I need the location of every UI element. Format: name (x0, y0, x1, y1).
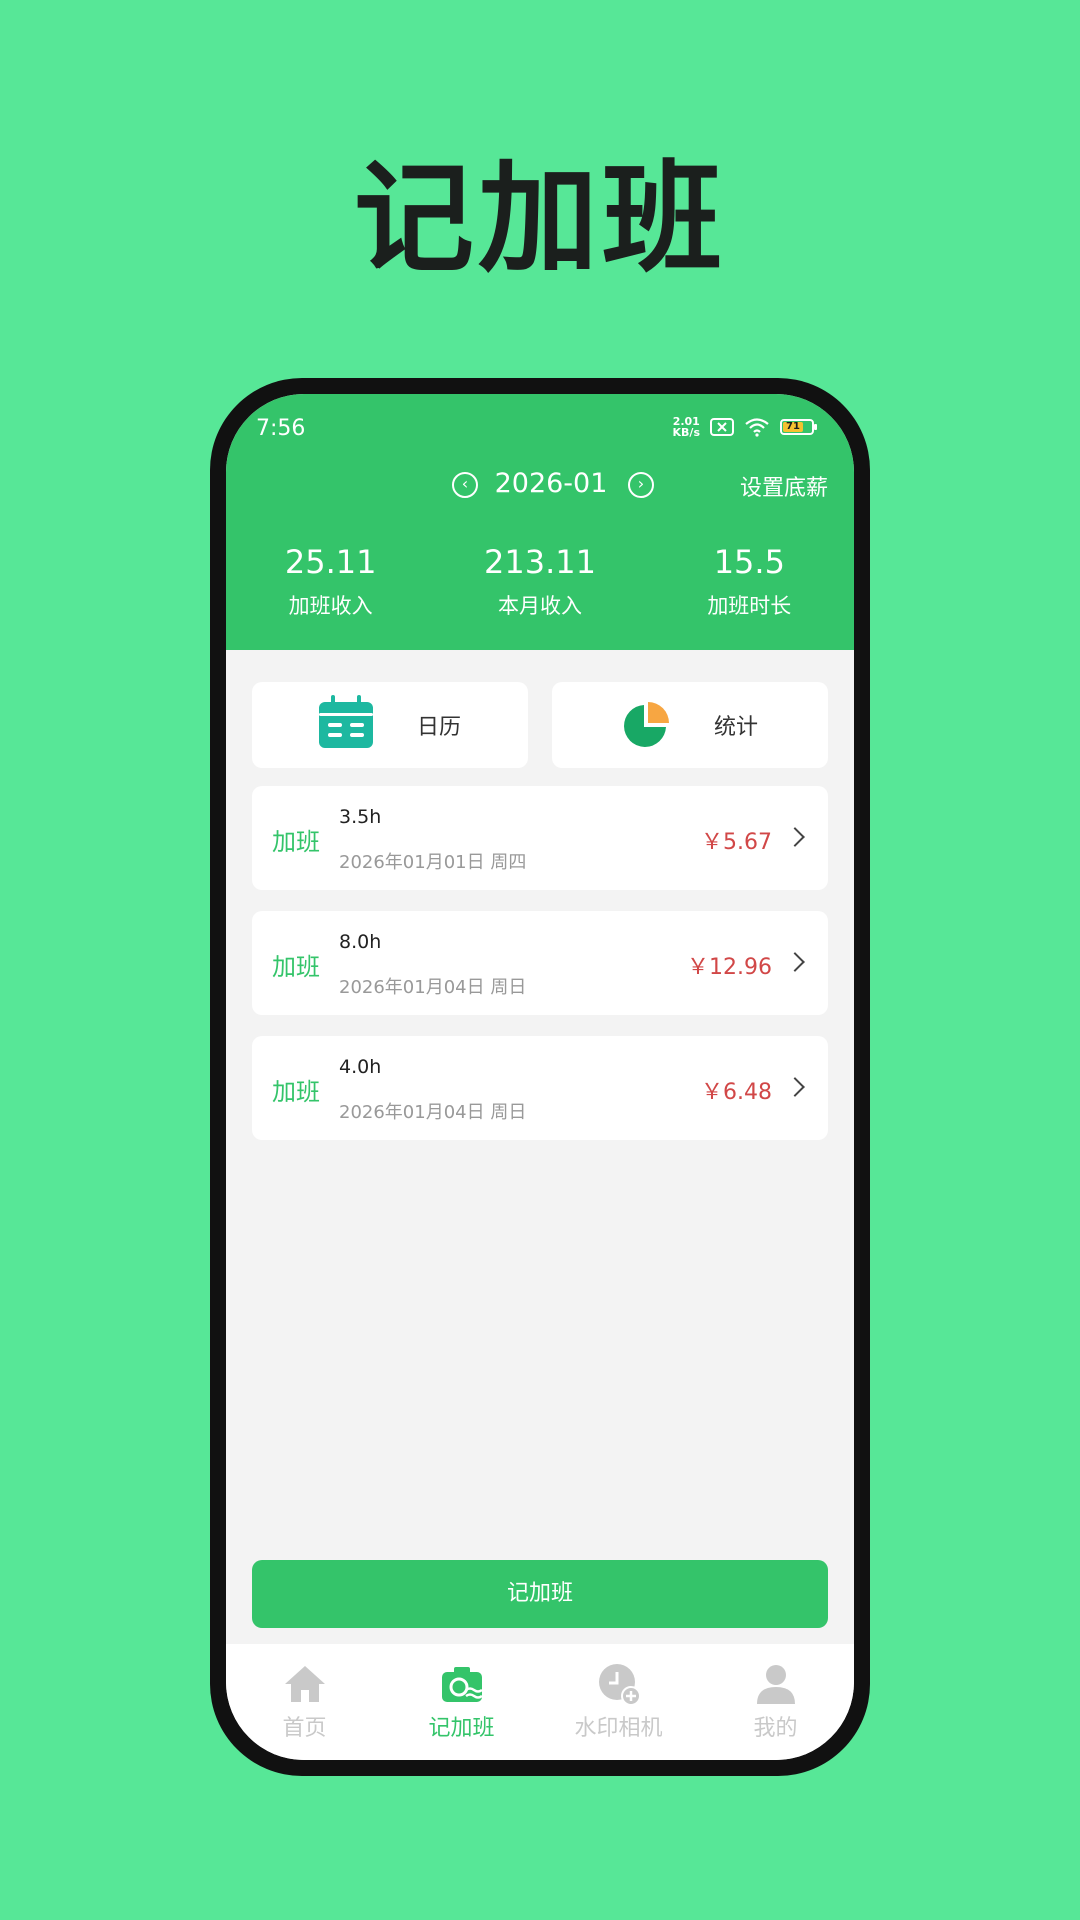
record-date: 2026年01月04日 周日 (339, 1102, 527, 1123)
next-month-icon[interactable]: › (628, 472, 654, 498)
chevron-right-icon (785, 827, 805, 847)
battery-icon: 71 (780, 419, 817, 435)
stat-label: 加班收入 (288, 594, 373, 618)
record-hours: 4.0h (339, 1056, 382, 1078)
summary-stats: 25.11 加班收入 213.11 本月收入 15.5 加班时长 (226, 544, 854, 620)
tab-label: 首页 (282, 1716, 327, 1741)
stat-value: 213.11 (484, 543, 596, 581)
sim-off-icon (710, 418, 734, 436)
statistics-label: 统计 (713, 715, 758, 740)
chevron-right-icon (785, 1077, 805, 1097)
pie-chart-icon (624, 702, 669, 747)
record-type: 加班 (272, 953, 320, 981)
quick-actions: 日历 统计 (252, 682, 828, 768)
record-amount: ￥12.96 (687, 955, 772, 980)
overtime-record-list: 加班 3.5h 2026年01月01日 周四 ￥5.67 加班 8.0h 202… (252, 786, 828, 1161)
status-time: 7:56 (256, 416, 306, 441)
home-icon (284, 1666, 325, 1702)
record-date: 2026年01月04日 周日 (339, 977, 527, 998)
stat-overtime-income: 25.11 加班收入 (226, 544, 435, 620)
record-item[interactable]: 加班 8.0h 2026年01月04日 周日 ￥12.96 (252, 911, 828, 1015)
stat-overtime-hours: 15.5 加班时长 (645, 544, 854, 620)
net-speed: 2.01 KB/s (673, 416, 700, 438)
record-type: 加班 (272, 1078, 320, 1106)
tab-mine[interactable]: 我的 (697, 1644, 854, 1760)
stat-value: 25.11 (284, 543, 377, 581)
camera-icon (441, 1667, 483, 1702)
tab-overtime[interactable]: 记加班 (383, 1644, 540, 1760)
current-month[interactable]: 2026-01 (481, 468, 621, 499)
chevron-right-icon (785, 952, 805, 972)
wifi-icon (745, 418, 769, 437)
user-icon (756, 1665, 795, 1704)
stat-label: 加班时长 (707, 594, 792, 618)
stat-monthly-income: 213.11 本月收入 (435, 544, 644, 620)
promo-headline: 记加班 (354, 150, 726, 289)
record-amount: ￥6.48 (701, 1080, 772, 1105)
tab-home[interactable]: 首页 (226, 1644, 383, 1760)
stat-label: 本月收入 (497, 594, 582, 618)
record-amount: ￥5.67 (701, 830, 772, 855)
battery-level: 71 (783, 422, 803, 432)
app-header: 7:56 2.01 KB/s 71 ‹ 2026-01 › 设置底薪 25.11… (226, 394, 854, 650)
phone-frame: 7:56 2.01 KB/s 71 ‹ 2026-01 › 设置底薪 25.11… (210, 378, 870, 1776)
tab-label: 水印相机 (574, 1716, 663, 1741)
prev-month-icon[interactable]: ‹ (452, 472, 478, 498)
status-icons: 2.01 KB/s 71 (673, 416, 817, 438)
month-navigator: ‹ 2026-01 › 设置底薪 (226, 464, 854, 508)
record-hours: 3.5h (339, 806, 382, 828)
record-hours: 8.0h (339, 931, 382, 953)
stat-value: 15.5 (713, 543, 785, 581)
set-base-salary-button[interactable]: 设置底薪 (740, 470, 828, 502)
calendar-button[interactable]: 日历 (252, 682, 528, 768)
statistics-button[interactable]: 统计 (552, 682, 828, 768)
app-screen: 7:56 2.01 KB/s 71 ‹ 2026-01 › 设置底薪 25.11… (226, 394, 854, 1760)
record-type: 加班 (272, 828, 320, 856)
record-item[interactable]: 加班 3.5h 2026年01月01日 周四 ￥5.67 (252, 786, 828, 890)
net-speed-unit: KB/s (672, 426, 700, 439)
calendar-icon (318, 695, 373, 748)
record-date: 2026年01月01日 周四 (339, 852, 527, 873)
bottom-tab-bar: 首页 记加班 水印相机 我的 (226, 1644, 854, 1760)
record-item[interactable]: 加班 4.0h 2026年01月04日 周日 ￥6.48 (252, 1036, 828, 1140)
add-overtime-button[interactable]: 记加班 (252, 1560, 828, 1628)
calendar-label: 日历 (416, 715, 461, 740)
clock-add-icon (598, 1664, 641, 1706)
tab-label: 记加班 (428, 1716, 495, 1741)
tab-watermark-camera[interactable]: 水印相机 (540, 1644, 697, 1760)
tab-label: 我的 (753, 1716, 798, 1741)
